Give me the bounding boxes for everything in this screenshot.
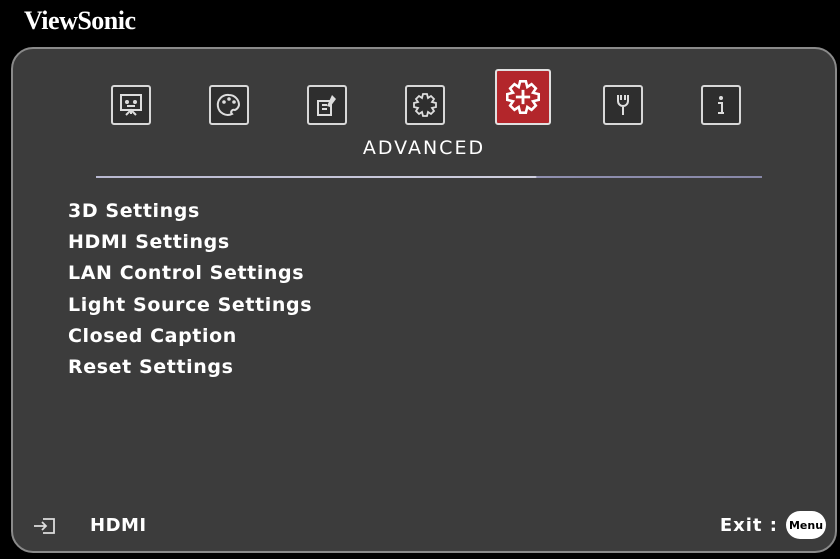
current-source: HDMI xyxy=(33,515,147,536)
tab-information[interactable] xyxy=(701,85,741,125)
information-icon xyxy=(718,96,724,114)
advanced-menu-list: 3D Settings HDMI Settings LAN Control Se… xyxy=(68,196,312,383)
menu-item-3d-settings[interactable]: 3D Settings xyxy=(68,196,312,227)
menu-item-light-source-settings[interactable]: Light Source Settings xyxy=(68,290,312,321)
advanced-settings-gear-icon xyxy=(506,80,540,114)
tab-advanced[interactable] xyxy=(495,69,551,125)
menu-item-hdmi-settings[interactable]: HDMI Settings xyxy=(68,227,312,258)
active-tab-title: ADVANCED xyxy=(362,137,486,159)
menu-tab-bar xyxy=(13,69,835,129)
tab-image[interactable] xyxy=(209,85,249,125)
tab-system[interactable] xyxy=(603,85,643,125)
tab-display[interactable] xyxy=(111,85,151,125)
osd-menu-panel: ADVANCED 3D Settings HDMI Settings LAN C… xyxy=(11,47,837,553)
exit-hint: Exit : Menu xyxy=(720,511,826,539)
tab-basic[interactable] xyxy=(405,85,445,125)
title-divider xyxy=(96,176,762,178)
exit-label: Exit : xyxy=(719,514,778,536)
brand-logo: ViewSonic xyxy=(24,6,136,35)
palette-icon xyxy=(216,93,241,116)
source-label: HDMI xyxy=(90,515,147,536)
display-icon xyxy=(120,94,142,116)
basic-settings-gear-icon xyxy=(413,93,437,117)
menu-item-closed-caption[interactable]: Closed Caption xyxy=(68,321,312,352)
system-wrench-icon xyxy=(617,95,629,115)
menu-item-lan-control-settings[interactable]: LAN Control Settings xyxy=(68,258,312,289)
power-management-icon xyxy=(317,95,336,116)
tab-power[interactable] xyxy=(307,85,347,125)
menu-button[interactable]: Menu xyxy=(786,511,826,539)
input-source-icon xyxy=(34,517,55,534)
menu-item-reset-settings[interactable]: Reset Settings xyxy=(68,352,312,383)
